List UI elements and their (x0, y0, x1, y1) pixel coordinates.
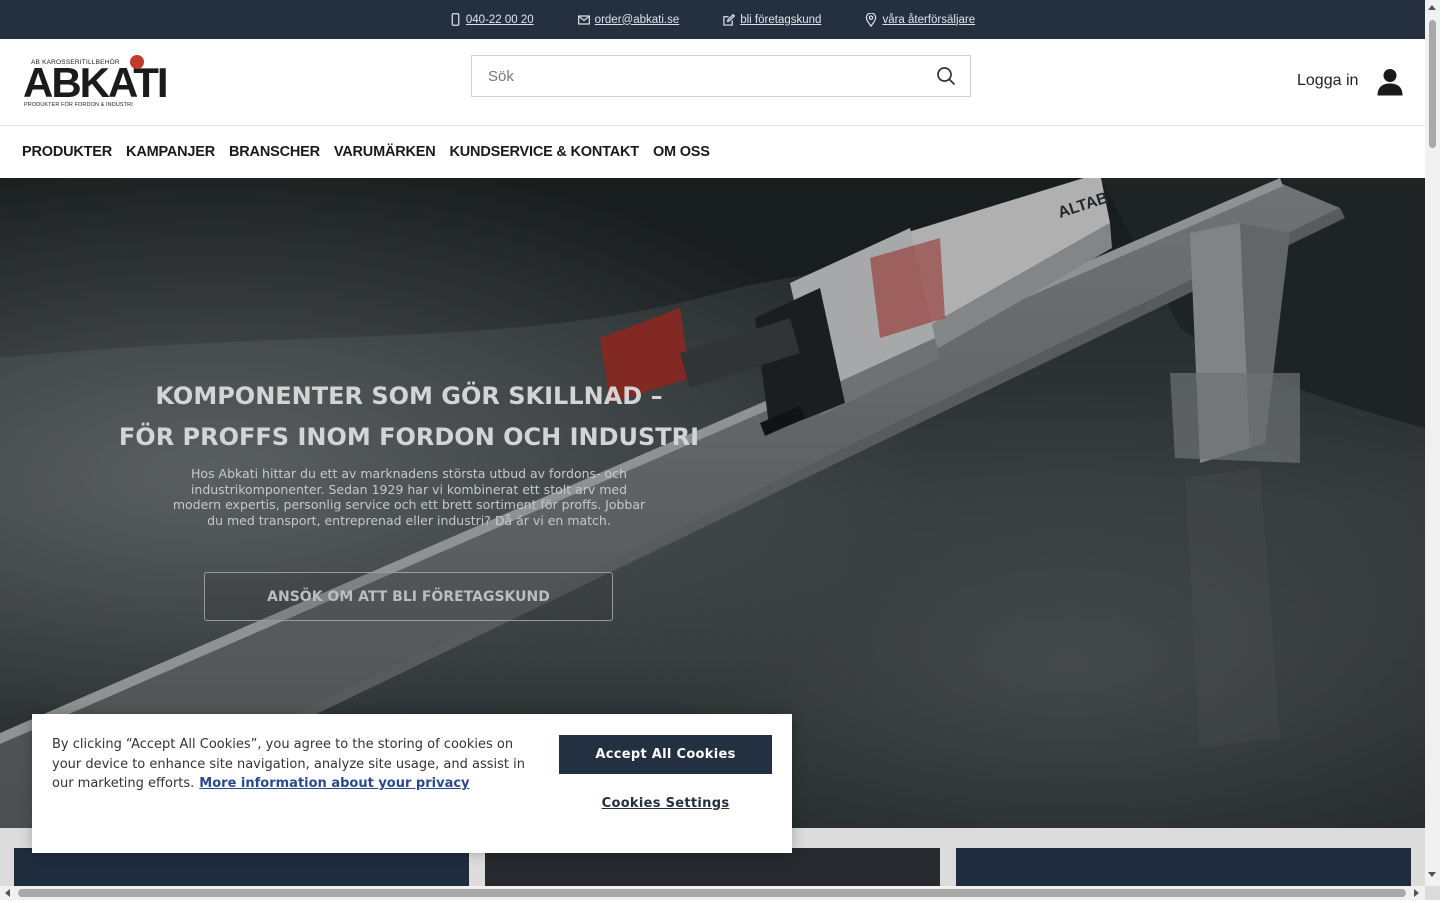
horizontal-scroll-thumb[interactable] (18, 889, 1406, 897)
resellers-label: våra återförsäljare (882, 13, 976, 26)
nav-item-kampanjer[interactable]: KAMPANJER (126, 144, 215, 160)
logo-wordmark: ABKATI (23, 59, 169, 106)
logo-subline: PRODUKTER FÖR FORDON & INDUSTRI (24, 102, 133, 108)
apply-business-customer-button[interactable]: ANSÖK OM ATT BLI FÖRETAGSKUND (204, 572, 613, 621)
location-pin-icon (866, 12, 877, 27)
email-label: order@abkati.se (594, 13, 680, 26)
scroll-left-arrow-icon[interactable] (5, 889, 10, 897)
user-icon[interactable] (1377, 68, 1403, 96)
phone-icon (451, 13, 460, 26)
email-link[interactable]: order@abkati.se (577, 13, 680, 26)
top-utility-bar: 040-22 00 20 order@abkati.se bli företag… (0, 0, 1425, 39)
cookie-text: By clicking “Accept All Cookies”, you ag… (52, 735, 532, 794)
edit-icon (723, 13, 736, 26)
category-card-3[interactable] (956, 848, 1411, 888)
cookie-banner: By clicking “Accept All Cookies”, you ag… (32, 714, 792, 853)
login-link[interactable]: Logga in (1297, 72, 1358, 90)
become-customer-link[interactable]: bli företagskund (723, 13, 822, 26)
nav-item-produkter[interactable]: PRODUKTER (22, 144, 112, 160)
hero-title-line-2: FÖR PROFFS INOM FORDON OCH INDUSTRI (118, 423, 700, 451)
accept-all-cookies-button[interactable]: Accept All Cookies (559, 735, 772, 774)
nav-item-kundservice[interactable]: KUNDSERVICE & KONTAKT (450, 144, 640, 160)
search-button[interactable] (936, 66, 956, 86)
abkati-logo[interactable]: AB KAROSSERITILLBEHÖR ABKATI PRODUKTER F… (23, 55, 169, 111)
vertical-scroll-thumb[interactable] (1429, 20, 1436, 148)
main-nav: PRODUKTER KAMPANJER BRANSCHER VARUMÄRKEN… (0, 126, 1425, 178)
horizontal-scrollbar[interactable] (0, 886, 1425, 900)
search-icon (937, 67, 956, 86)
search-input[interactable] (472, 56, 922, 96)
scroll-up-arrow-icon[interactable] (1428, 5, 1436, 10)
scroll-right-arrow-icon[interactable] (1414, 889, 1419, 897)
scroll-down-arrow-icon[interactable] (1428, 872, 1436, 877)
cookies-settings-button[interactable]: Cookies Settings (559, 788, 772, 818)
nav-item-branscher[interactable]: BRANSCHER (229, 144, 320, 160)
phone-label: 040-22 00 20 (465, 13, 534, 26)
scrollbar-corner (1425, 886, 1440, 900)
hero-description: Hos Abkati hittar du ett av marknadens s… (172, 466, 646, 528)
privacy-info-link[interactable]: More information about your privacy (199, 776, 469, 791)
phone-link[interactable]: 040-22 00 20 (450, 13, 534, 26)
site-header: AB KAROSSERITILLBEHÖR ABKATI PRODUKTER F… (0, 39, 1425, 126)
nav-item-om-oss[interactable]: OM OSS (653, 144, 710, 160)
hero-title-line-1: KOMPONENTER SOM GÖR SKILLNAD – (155, 382, 663, 410)
become-customer-label: bli företagskund (740, 13, 822, 26)
search-box (471, 55, 971, 97)
hero-title: KOMPONENTER SOM GÖR SKILLNAD – FÖR PROFF… (110, 376, 708, 458)
category-card-1[interactable] (14, 848, 469, 888)
logo-dot (130, 55, 144, 69)
mail-icon (577, 14, 590, 25)
vertical-scrollbar[interactable] (1425, 0, 1440, 886)
resellers-link[interactable]: våra återförsäljare (865, 12, 976, 27)
nav-item-varumarken[interactable]: VARUMÄRKEN (334, 144, 436, 160)
category-card-2[interactable] (485, 848, 940, 888)
